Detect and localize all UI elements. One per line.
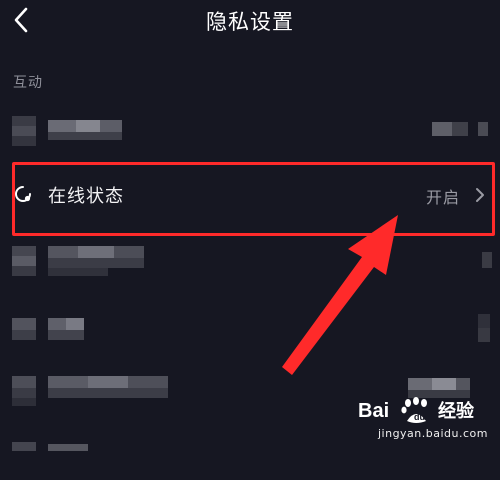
mosaic-block (48, 268, 108, 276)
mosaic-block (114, 246, 144, 258)
mosaic-block (76, 120, 100, 132)
mosaic-block (48, 330, 84, 340)
mosaic-block (88, 376, 128, 388)
mosaic-block (478, 314, 490, 328)
mosaic-block (432, 122, 452, 136)
mosaic-block (12, 318, 36, 330)
mosaic-block (48, 318, 66, 330)
mosaic-block (482, 252, 492, 268)
mosaic-block (12, 256, 36, 266)
svg-text:du: du (414, 412, 425, 422)
mosaic-block (48, 258, 144, 268)
mosaic-block (48, 132, 122, 140)
mosaic-block (48, 376, 88, 388)
baidu-paw-logo: Bai du (358, 397, 427, 423)
privacy-settings-screen: 隐私设置 互动 在线状态 开启 Bai du 经验 jingyan.baidu.… (0, 0, 500, 451)
mosaic-block (48, 444, 88, 451)
mosaic-block (48, 120, 76, 132)
mosaic-block (12, 398, 36, 406)
mosaic-block (48, 246, 78, 258)
watermark-url: jingyan.baidu.com (377, 427, 488, 440)
mosaic-block (408, 378, 432, 390)
mosaic-block (12, 126, 36, 136)
blurred-setting-row[interactable] (0, 240, 500, 284)
mosaic-block (452, 122, 468, 136)
mosaic-block (128, 376, 168, 388)
mosaic-block (478, 122, 488, 136)
mosaic-block (432, 378, 456, 390)
mosaic-block (48, 388, 168, 398)
mosaic-block (12, 330, 36, 340)
mosaic-block (12, 388, 36, 398)
mosaic-block (12, 116, 36, 126)
mosaic-block (12, 376, 36, 388)
mosaic-block (12, 442, 36, 451)
mosaic-block (66, 318, 84, 330)
highlight-annotation-box (12, 162, 495, 236)
mosaic-block (12, 266, 36, 276)
baidu-jingyan-watermark: Bai du 经验 jingyan.baidu.com (358, 393, 488, 445)
mosaic-block (100, 120, 122, 132)
mosaic-block (456, 378, 470, 390)
section-label-interaction: 互动 (13, 75, 43, 91)
mosaic-block (12, 246, 36, 256)
watermark-text: 经验 (438, 401, 474, 422)
mosaic-block (478, 328, 490, 342)
blurred-setting-row[interactable] (0, 310, 500, 354)
mosaic-block (12, 136, 36, 146)
header-bar: 隐私设置 (0, 0, 500, 44)
mosaic-block (78, 246, 114, 258)
page-title: 隐私设置 (206, 10, 294, 34)
blurred-setting-row[interactable] (0, 112, 500, 156)
watermark-logo-text: Bai (358, 400, 389, 422)
